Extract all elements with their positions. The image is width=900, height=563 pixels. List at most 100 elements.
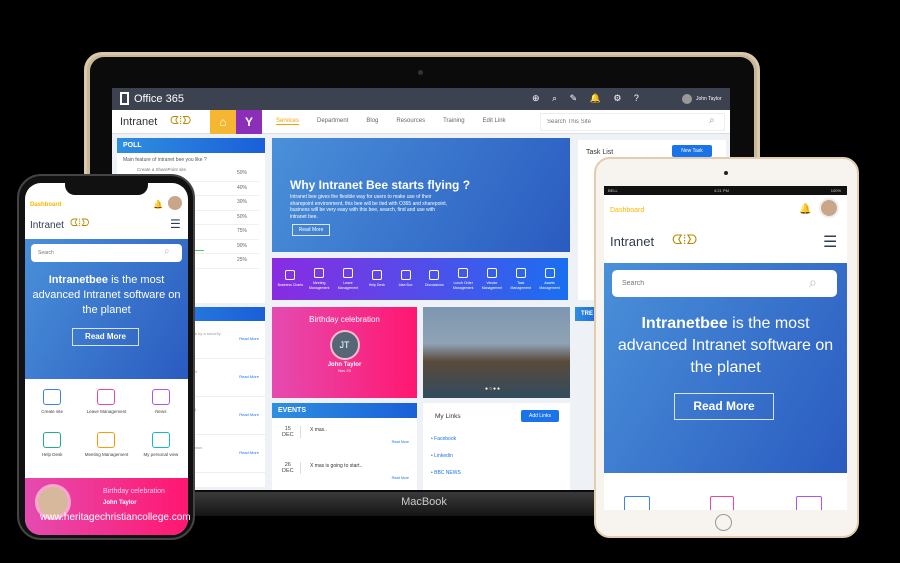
avatar[interactable] — [682, 94, 692, 104]
phone-tile[interactable]: Create site — [25, 383, 79, 414]
tablet-home-button[interactable] — [715, 514, 732, 531]
user-avatar[interactable] — [819, 198, 839, 218]
app-label: Task Management — [510, 281, 531, 290]
event-read-more[interactable]: Read More — [392, 476, 409, 480]
phone-tile[interactable]: News — [134, 383, 188, 414]
notification-bell-icon[interactable]: 🔔 — [799, 204, 811, 215]
phone-logo[interactable]: Intranet — [30, 220, 64, 231]
add-links-button[interactable]: Add Links — [521, 410, 559, 422]
hamburger-menu-icon[interactable]: ☰ — [823, 232, 837, 252]
hero-banner: Why Intranet Bee starts flying ? Intrane… — [272, 138, 570, 252]
hamburger-menu-icon[interactable]: ☰ — [170, 217, 181, 231]
birthday-title: Birthday celebration — [309, 315, 380, 324]
app-label: Help Desk — [368, 283, 385, 288]
phone-hero-text: Intranetbee is the most advanced Intrane… — [31, 273, 182, 318]
link-text[interactable]: BBC NEWS — [434, 470, 461, 476]
tile-icon — [97, 432, 116, 448]
news-icon[interactable] — [796, 496, 822, 510]
hero-bold: Intranetbee — [48, 274, 109, 286]
phone-search-input[interactable] — [31, 244, 182, 262]
event-item[interactable]: 15 DEC X mas.. Read More — [272, 424, 417, 454]
phone-read-more-button[interactable]: Read More — [72, 328, 139, 346]
phone-tile[interactable]: Meeting Management — [79, 426, 133, 457]
nav-edit-link[interactable]: Edit Link — [483, 118, 506, 125]
poll-question: Main feature of intranet bee you like ? — [123, 157, 207, 163]
dashboard-link[interactable]: Dashboard — [30, 202, 61, 208]
birthday-avatar: JT — [329, 330, 360, 360]
app-label: Assets Management — [539, 281, 560, 290]
poll-percent: 50% — [236, 213, 247, 220]
hero-title: Why Intranet Bee starts flying ? — [290, 178, 471, 192]
app-tile[interactable]: Vendor Management — [478, 268, 506, 290]
app-title: Office 365 — [134, 93, 184, 105]
search-input[interactable] — [540, 113, 725, 131]
app-icon — [285, 270, 296, 281]
app-tile[interactable]: Lunch Order Management — [449, 268, 477, 290]
link-text[interactable]: Facebook — [434, 436, 456, 442]
harbor-photo-carousel[interactable]: ●○●● — [423, 307, 570, 398]
app-tile[interactable]: Assets Management — [536, 268, 564, 290]
create-site-icon[interactable] — [624, 496, 650, 510]
yammer-button[interactable]: Y — [236, 110, 262, 134]
app-icon — [515, 268, 526, 278]
app-label: Idea Box — [398, 283, 413, 288]
app-label: Leave Management — [337, 281, 359, 290]
calendar-icon[interactable] — [710, 496, 734, 510]
hero-read-more-button[interactable]: Read More — [292, 224, 330, 236]
event-date: 26 DEC — [282, 462, 301, 474]
nav-department[interactable]: Department — [317, 118, 348, 125]
app-tile[interactable]: Discussions — [420, 270, 448, 288]
app-tile[interactable]: Idea Box — [392, 270, 420, 288]
app-tile[interactable]: Leave Management — [334, 268, 362, 290]
event-date: 15 DEC — [282, 426, 301, 438]
nav-services[interactable]: Services — [276, 118, 300, 125]
poll-percent: 30% — [236, 199, 247, 205]
app-icon — [486, 268, 497, 278]
tile-label: Help Desk — [41, 452, 63, 457]
my-links-panel: My Links Add Links • Facebook • Linkedin •… — [423, 403, 570, 490]
link-item[interactable]: • BBC NEWS — [431, 465, 461, 482]
tile-label: My personal view — [143, 452, 179, 457]
user-name[interactable]: John Taylor — [696, 96, 721, 102]
new-task-button[interactable]: New Task — [672, 145, 712, 157]
app-tile[interactable]: Meeting Management — [305, 268, 333, 290]
carrier: BELL — [608, 188, 618, 193]
phone-tile[interactable]: My personal view — [134, 426, 188, 457]
tablet-logo[interactable]: Intranet — [610, 234, 654, 249]
tile-icon — [97, 389, 116, 405]
logo[interactable]: Intranet — [120, 116, 157, 128]
nav-resources[interactable]: Resources — [396, 118, 425, 125]
event-read-more[interactable]: Read More — [392, 440, 409, 444]
nav-blog[interactable]: Blog — [366, 118, 378, 125]
app-tile[interactable]: Task Management — [507, 268, 535, 290]
event-item[interactable]: 26 DEC X mas is going to start.. Read More — [272, 460, 417, 490]
tile-label: Create site — [41, 409, 64, 414]
app-tile[interactable]: Business Charts — [276, 270, 304, 288]
search-icon[interactable]: ⌕ — [709, 115, 715, 126]
watermark: www.heritagechristiancollege.com — [40, 512, 191, 523]
birthday-name: John Taylor — [103, 500, 137, 506]
notification-bell-icon[interactable]: 🔔 — [153, 200, 163, 209]
dashboard-link[interactable]: Dashboard — [610, 207, 644, 214]
poll-percent: 25% — [236, 257, 247, 263]
link-item[interactable]: • Linkedin — [431, 448, 461, 465]
office-icon — [120, 92, 129, 105]
search-icon[interactable]: ⌕ — [809, 274, 817, 291]
tablet-search-input[interactable] — [612, 270, 837, 297]
home-button[interactable]: ⌂ — [210, 110, 236, 134]
phone-tile[interactable]: Leave Management — [79, 383, 133, 414]
app-tile[interactable]: Help Desk — [363, 270, 391, 288]
birthday-date: Nov 23 — [338, 368, 351, 373]
app-icon — [544, 268, 555, 278]
phone-tile[interactable]: Help Desk — [25, 426, 79, 457]
link-text[interactable]: Linkedin — [434, 453, 453, 459]
app-icon — [314, 268, 325, 278]
user-avatar[interactable] — [168, 196, 182, 210]
nav-training[interactable]: Training — [443, 118, 464, 125]
search-icon[interactable]: ⌕ — [164, 246, 170, 257]
toolbar-icons[interactable]: ⊕ ⌕ ✎ 🔔 ⚙ ? — [532, 93, 644, 104]
tablet-read-more-button[interactable]: Read More — [674, 393, 774, 420]
tablet-status-bar: BELL 4:21 PM 100% — [604, 186, 847, 195]
carousel-dots[interactable]: ●○●● — [485, 386, 501, 392]
link-item[interactable]: • Facebook — [431, 431, 461, 448]
